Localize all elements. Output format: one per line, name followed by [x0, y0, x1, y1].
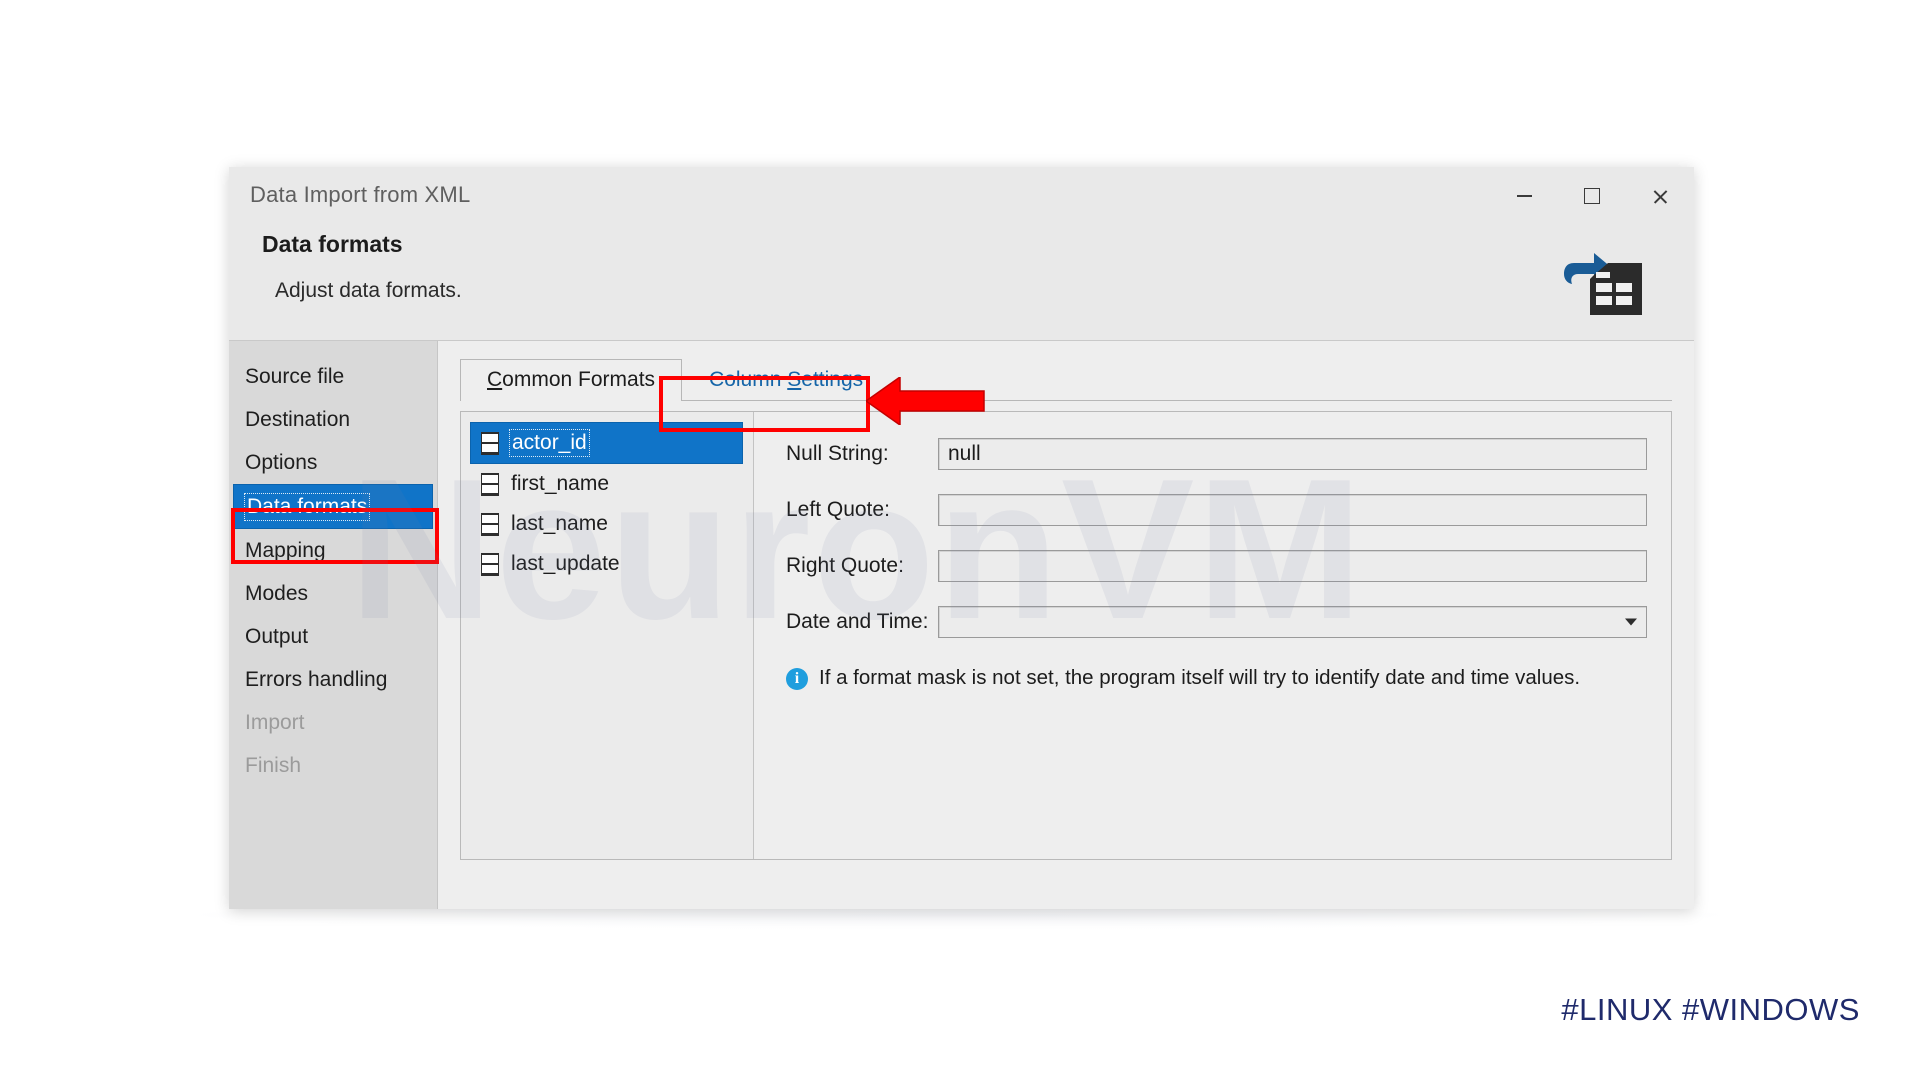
maximize-button[interactable] [1558, 167, 1626, 225]
hashtags-overlay: #LINUX #WINDOWS [1561, 992, 1860, 1027]
sidebar-item-data-formats[interactable]: Data formats [233, 484, 433, 529]
tab-label-rest: ettings [801, 368, 864, 391]
sidebar-item-import: Import [229, 701, 437, 744]
column-name: first_name [511, 472, 610, 495]
sidebar-item-output[interactable]: Output [229, 615, 437, 658]
sidebar-item-label: Data formats [243, 492, 371, 521]
hint-text: If a format mask is not set, the program… [819, 666, 1581, 689]
page-subtitle: Adjust data formats. [275, 279, 462, 302]
right-quote-input[interactable] [938, 550, 1647, 582]
field-row-right-quote: Right Quote: [786, 544, 1647, 588]
date-and-time-label: Date and Time: [786, 610, 929, 633]
field-row-date-and-time: Date and Time: [786, 600, 1647, 644]
close-icon [1652, 188, 1669, 205]
minimize-icon [1516, 195, 1532, 197]
sidebar-item-modes[interactable]: Modes [229, 572, 437, 615]
list-item[interactable]: last_name [471, 504, 743, 544]
column-name: actor_id [509, 429, 590, 457]
tab-accel-key: S [787, 368, 802, 391]
page-title: Data formats [262, 231, 403, 257]
wizard-header: Data formats Adjust data formats. [229, 225, 1694, 341]
column-icon [481, 472, 499, 496]
sidebar-item-label: Mapping [245, 538, 326, 562]
sidebar-item-label: Output [245, 624, 309, 648]
null-string-input[interactable]: null [938, 438, 1647, 470]
close-button[interactable] [1626, 167, 1694, 225]
field-row-left-quote: Left Quote: [786, 488, 1647, 532]
sidebar-item-mapping[interactable]: Mapping [229, 529, 437, 572]
title-bar: Data Import from XML [229, 167, 1694, 225]
data-import-dialog: Data Import from XML Data formats Adjust… [229, 167, 1694, 909]
list-item[interactable]: last_update [471, 544, 743, 584]
tab-accel-key: C [487, 368, 503, 391]
tab-label-rest: ommon Formats [502, 368, 656, 391]
format-hint: i If a format mask is not set, the progr… [786, 666, 1647, 690]
minimize-button[interactable] [1490, 167, 1558, 225]
sidebar-item-label: Options [245, 450, 318, 474]
left-quote-label: Left Quote: [786, 498, 890, 521]
null-string-label: Null String: [786, 442, 889, 465]
sidebar-item-options[interactable]: Options [229, 441, 437, 484]
column-name: last_name [511, 512, 608, 535]
dialog-body: Source file Destination Options Data for… [229, 341, 1694, 909]
column-icon [481, 552, 499, 576]
sidebar-item-label: Errors handling [245, 667, 388, 691]
list-item[interactable]: first_name [471, 464, 743, 504]
maximize-icon [1584, 188, 1600, 204]
list-item[interactable]: actor_id [470, 422, 743, 464]
wizard-sidebar: Source file Destination Options Data for… [229, 341, 439, 909]
sidebar-item-errors-handling[interactable]: Errors handling [229, 658, 437, 701]
left-quote-input[interactable] [938, 494, 1647, 526]
date-and-time-combo[interactable] [938, 606, 1647, 638]
column-icon [481, 512, 499, 536]
tab-strip: Common Formats Column Settings [460, 359, 1672, 401]
sidebar-item-label: Destination [245, 407, 351, 431]
column-settings-form: Null String: null Left Quote: Right Quot… [754, 412, 1671, 859]
sidebar-item-destination[interactable]: Destination [229, 398, 437, 441]
settings-panel: actor_id first_name last_name last_updat… [460, 411, 1672, 860]
content-area: Common Formats Column Settings actor_id … [438, 341, 1694, 909]
column-list[interactable]: actor_id first_name last_name last_updat… [461, 412, 754, 859]
column-name: last_update [511, 552, 620, 575]
window-title: Data Import from XML [250, 182, 471, 207]
tab-common-formats[interactable]: Common Formats [460, 359, 683, 401]
sidebar-item-label: Import [245, 710, 305, 734]
sidebar-item-finish: Finish [229, 744, 437, 787]
sidebar-item-label: Modes [245, 581, 309, 605]
import-to-table-icon [1564, 253, 1642, 315]
sidebar-item-label: Finish [245, 753, 302, 777]
column-icon [481, 431, 499, 455]
info-icon: i [786, 668, 808, 690]
chevron-down-icon[interactable] [1625, 618, 1637, 626]
field-row-null-string: Null String: null [786, 432, 1647, 476]
sidebar-item-source-file[interactable]: Source file [229, 355, 437, 398]
tab-column-settings[interactable]: Column Settings [682, 359, 890, 400]
sidebar-item-label: Source file [245, 364, 345, 388]
tab-label-prefix: Column [709, 368, 788, 391]
right-quote-label: Right Quote: [786, 554, 904, 577]
